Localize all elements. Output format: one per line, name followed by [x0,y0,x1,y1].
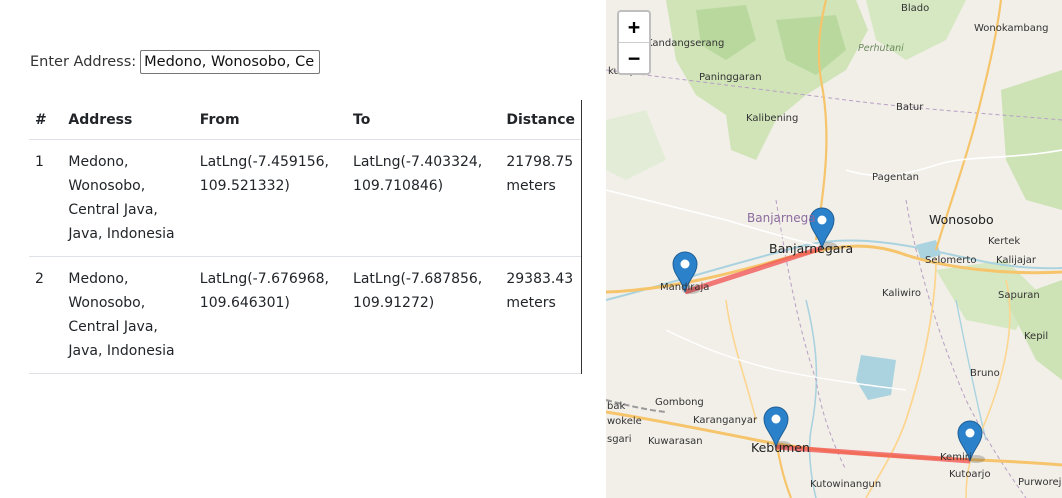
map-label-kandangserang: Kandangserang [646,38,725,49]
table-header-row: # Address From To Distance [29,100,581,140]
map-label-kepil: Kepil [1024,331,1049,342]
map-label-kertek: Kertek [988,236,1021,247]
header-from: From [193,100,348,140]
map-label-kemiri: Kemiri [940,452,972,463]
header-number: # [29,100,63,140]
results-table-container: # Address From To Distance 1 Medono, Won… [29,100,582,374]
map-label-sgari: sgari [607,434,632,445]
row-from: LatLng(-7.676968, 109.646301) [193,256,348,374]
address-label: Enter Address: [30,54,137,70]
map-label-bak: bak [607,401,626,412]
map-label-perhutani: Perhutani [858,43,904,54]
map-label-purworejo: Purworejo [1018,477,1062,488]
address-input[interactable] [140,50,321,74]
row-address: Medono, Wonosobo, Central Java, Java, In… [62,256,194,374]
map-label-blado: Blado [901,3,930,14]
map-label-wonokambang: Wonokambang [974,23,1049,34]
zoom-in-button[interactable]: + [619,12,649,42]
map-label-banjarnegara: Banjarnegara [769,241,854,256]
map-label-kebumen: Kebumen [751,440,810,455]
zoom-control: + − [617,10,651,75]
map-label-batur: Batur [896,102,924,113]
map-label-pagentan: Pagentan [872,172,919,183]
map-label-kaliwiro: Kaliwiro [882,288,922,299]
map-label-wokele: wokele [607,416,642,427]
zoom-out-button[interactable]: − [619,42,649,73]
map-label-karanganyar: Karanganyar [693,415,758,426]
map-label-kalijajar: Kalijajar [996,255,1036,266]
map-label-selomerto: Selomerto [925,255,977,266]
map-label-mandiraja: Mandiraja [660,282,710,293]
row-distance: 29383.43 meters [500,256,581,374]
header-distance: Distance [500,100,581,140]
header-address: Address [62,100,194,140]
row-to: LatLng(-7.687856, 109.91272) [347,256,501,374]
map-label-wonosobo: Wonosobo [929,212,994,227]
map-label-kutowinangun: Kutowinangun [810,479,882,490]
row-number: 1 [29,139,63,257]
address-form: Enter Address: [30,50,321,74]
map-label-banjarnegara-region: Banjarnega [747,211,816,225]
header-to: To [347,100,501,140]
row-distance: 21798.75 meters [500,139,581,257]
row-from: LatLng(-7.459156, 109.521332) [193,139,348,257]
row-to: LatLng(-7.403324, 109.710846) [347,139,501,257]
map-label-kutoarjo: Kutoarjo [949,469,991,480]
row-number: 2 [29,256,63,374]
map-label-sapuran: Sapuran [998,290,1040,301]
map-label-gombong: Gombong [655,397,704,408]
map-label-kalibening: Kalibening [746,113,799,124]
geocode-panel: Enter Address: # Address From To Distanc… [0,0,606,498]
map-label-kuwarasan: Kuwarasan [648,436,703,447]
row-address: Medono, Wonosobo, Central Java, Java, In… [62,139,194,257]
results-table: # Address From To Distance 1 Medono, Won… [29,100,581,374]
map-label-bruno: Bruno [970,368,1000,379]
map-label-paninggaran: Paninggaran [699,72,762,83]
map-view[interactable]: Blado Wonokambang Kandangserang Perhutan… [606,0,1062,498]
table-row: 1 Medono, Wonosobo, Central Java, Java, … [29,139,581,257]
table-row: 2 Medono, Wonosobo, Central Java, Java, … [29,256,581,374]
